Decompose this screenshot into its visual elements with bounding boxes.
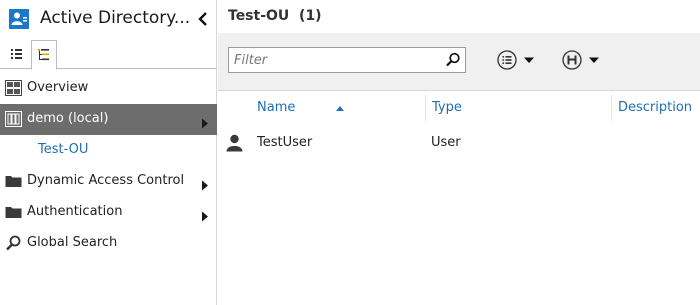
navigation-list: Overview demo (local) Test-OU Dynamic Ac… — [0, 73, 217, 259]
grid-icon — [5, 80, 22, 96]
nav-item-overview[interactable]: Overview — [0, 73, 217, 104]
cell-type: User — [431, 135, 461, 150]
folder-icon — [5, 204, 22, 220]
nav-item-dynamic-access-control[interactable]: Dynamic Access Control — [0, 166, 217, 197]
nav-item-global-search[interactable]: Global Search — [0, 228, 217, 259]
domain-icon — [5, 111, 22, 127]
column-header-label: Type — [432, 100, 462, 115]
collapse-pane-button[interactable] — [196, 10, 210, 28]
page-title: Test-OU (1) — [228, 8, 322, 24]
nav-item-authentication[interactable]: Authentication — [0, 197, 217, 228]
nav-item-label: Global Search — [27, 235, 118, 250]
folder-icon — [5, 173, 22, 189]
item-count: (1) — [299, 8, 322, 24]
nav-item-label: Test-OU — [38, 142, 89, 157]
content-pane: Test-OU (1) Filter Name Type Description… — [218, 0, 700, 305]
list-view-icon — [11, 49, 22, 59]
cell-name: TestUser — [257, 135, 313, 150]
ou-name: Test-OU — [228, 8, 290, 24]
nav-item-label: Authentication — [27, 204, 123, 219]
column-header-type[interactable]: Type — [425, 95, 611, 121]
search-icon[interactable] — [445, 52, 461, 68]
app-header: Active Directory... — [0, 0, 217, 38]
nav-item-label: Overview — [27, 80, 89, 95]
nav-item-test-ou[interactable]: Test-OU — [0, 135, 217, 166]
column-header-description[interactable]: Description — [611, 95, 700, 121]
navigation-pane: Active Directory... Overview demo (local… — [0, 0, 217, 305]
column-header-label: Name — [257, 100, 296, 115]
list-view-tab[interactable] — [3, 40, 29, 68]
chevron-right-icon[interactable] — [201, 176, 209, 191]
column-header-label: Description — [618, 100, 693, 115]
chevron-right-icon[interactable] — [201, 114, 209, 129]
column-header-name[interactable]: Name — [251, 95, 425, 121]
filter-input[interactable] — [229, 48, 439, 72]
view-tabs — [0, 38, 217, 70]
tree-view-tab[interactable] — [31, 40, 57, 70]
content-header: Test-OU (1) — [218, 0, 700, 33]
app-icon — [9, 9, 29, 29]
nav-item-label: Dynamic Access Control — [27, 173, 185, 188]
filter-box — [228, 47, 466, 73]
app-title: Active Directory... — [40, 8, 191, 28]
list-options-icon — [497, 50, 534, 70]
view-options-button[interactable] — [496, 48, 540, 72]
tree-view-icon — [38, 49, 49, 61]
user-icon — [226, 134, 243, 152]
table-row[interactable]: TestUser User — [218, 131, 700, 157]
save-options-button[interactable] — [561, 48, 605, 72]
nav-item-label: demo (local) — [27, 111, 109, 126]
column-headers: Name Type Description — [218, 95, 700, 121]
search-icon — [5, 235, 22, 251]
toolbar — [218, 33, 700, 91]
save-icon — [562, 50, 599, 70]
nav-item-demo-local[interactable]: demo (local) — [0, 104, 217, 135]
chevron-right-icon[interactable] — [201, 207, 209, 222]
